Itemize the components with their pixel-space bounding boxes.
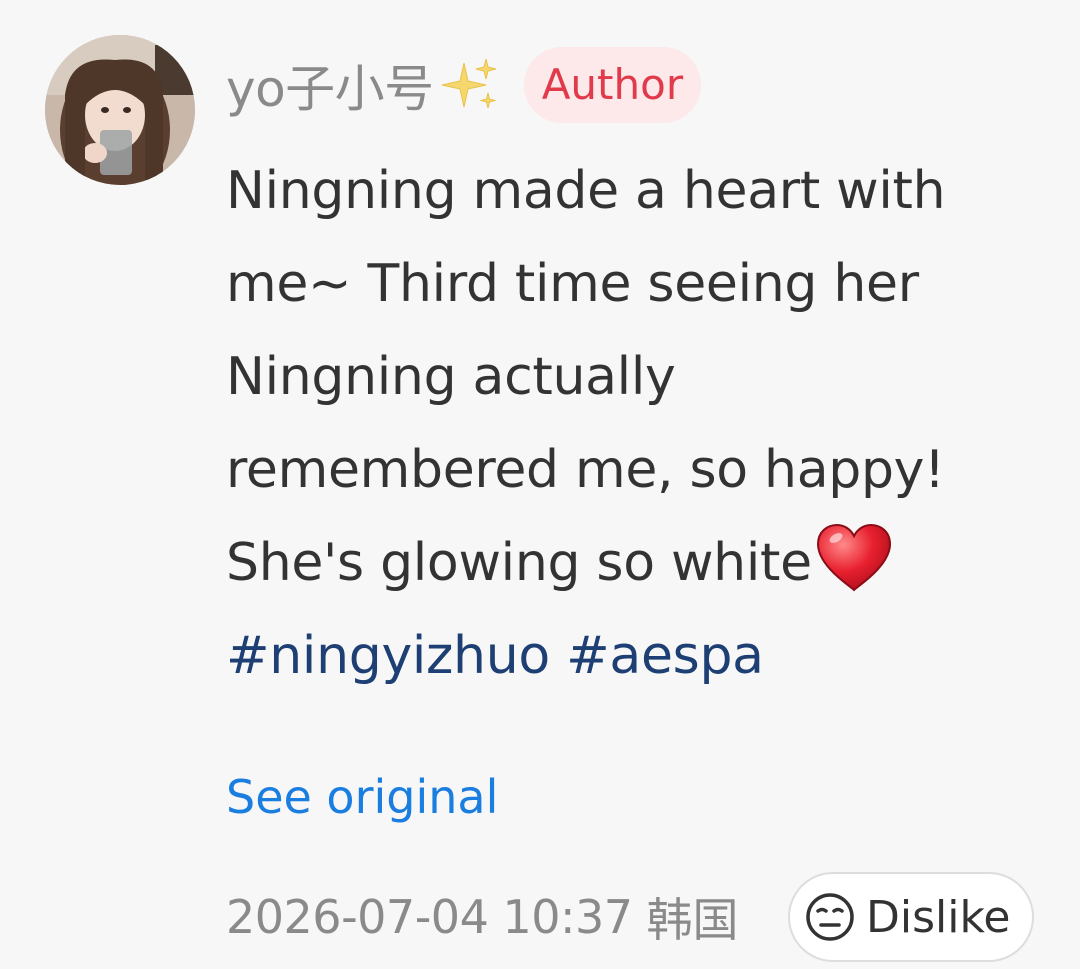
avatar[interactable] [45, 35, 195, 185]
avatar-image [45, 35, 195, 185]
comment-footer: 2026-07-04 10:37 韩国 Dislike [226, 872, 1034, 962]
dislike-button[interactable]: Dislike [788, 872, 1034, 962]
comment-line-2: me~ Third time seeing her [226, 254, 919, 314]
dislike-label: Dislike [866, 891, 1011, 943]
hashtag-aespa[interactable]: #aespa [566, 626, 764, 686]
see-original-link[interactable]: See original [226, 770, 498, 824]
comment-line-4: remembered me, so happy! [226, 440, 945, 500]
comment-header: yo子小号 Author [226, 45, 702, 125]
sparkle-icon [440, 55, 500, 115]
comment-line-5: She's glowing so white [226, 517, 1046, 610]
hashtag-row: #ningyizhuo #aespa [226, 610, 1046, 703]
red-heart-icon [814, 522, 894, 594]
comment-body: Ningning made a heart with me~ Third tim… [226, 145, 1046, 703]
comment-line-3: Ningning actually [226, 347, 676, 407]
username[interactable]: yo子小号 [226, 49, 434, 121]
timestamp: 2026-07-04 10:37 [226, 890, 633, 944]
author-badge: Author [523, 47, 702, 123]
location: 韩国 [646, 893, 739, 947]
hashtag-ningyizhuo[interactable]: #ningyizhuo [226, 626, 550, 686]
comment-line-5-text: She's glowing so white [226, 533, 812, 593]
comment-line-1: Ningning made a heart with [226, 161, 946, 221]
unamused-face-icon [804, 891, 856, 943]
comment-item: yo子小号 Author Ningning made a heart with … [0, 0, 1080, 969]
